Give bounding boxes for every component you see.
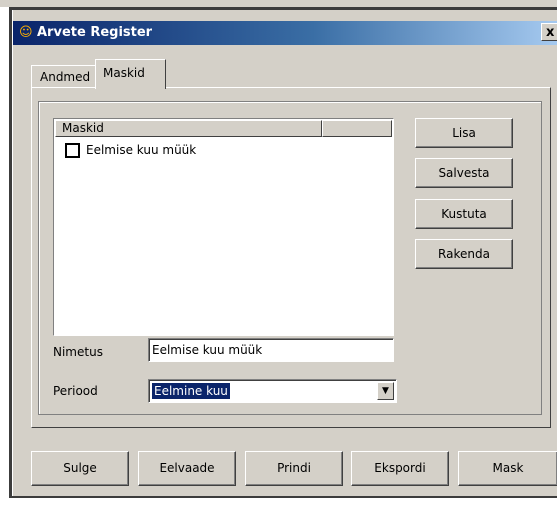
tab-label: Maskid	[103, 66, 145, 80]
tab-label: Andmed	[40, 70, 91, 84]
period-selected-value: Eelmine kuu	[152, 383, 230, 399]
delete-button[interactable]: Kustuta	[415, 199, 513, 229]
close-dialog-button[interactable]: Sulge	[31, 451, 129, 486]
dropdown-arrow-icon[interactable]: ▼	[377, 382, 394, 400]
column-header-label: Maskid	[62, 121, 104, 135]
period-label: Periood	[53, 384, 98, 398]
close-button[interactable]: x	[541, 23, 557, 41]
app-icon: ☺	[19, 25, 33, 40]
column-header-maskid[interactable]: Maskid	[55, 120, 322, 137]
mask-button[interactable]: Mask	[458, 451, 557, 486]
list-header: Maskid	[55, 120, 392, 137]
period-select[interactable]: Eelmine kuu ▼	[148, 379, 397, 403]
window-title: Arvete Register	[37, 25, 153, 40]
dialog-window: ☺ Arvete Register x Andmed Maskid Maskid…	[12, 10, 557, 496]
name-label: Nimetus	[53, 345, 103, 359]
save-button[interactable]: Salvesta	[415, 158, 513, 188]
desktop-top-strip	[0, 0, 557, 7]
print-button[interactable]: Prindi	[245, 451, 343, 486]
name-field[interactable]: Eelmise kuu müük	[148, 338, 394, 362]
tab-andmed[interactable]: Andmed	[31, 65, 96, 87]
tab-maskid[interactable]: Maskid	[95, 59, 166, 89]
column-header-empty[interactable]	[322, 120, 392, 137]
apply-button[interactable]: Rakenda	[415, 239, 513, 269]
mask-list[interactable]: Maskid Eelmise kuu müük	[53, 118, 394, 336]
item-checkbox[interactable]	[65, 143, 80, 158]
export-button[interactable]: Ekspordi	[351, 451, 449, 486]
preview-button[interactable]: Eelvaade	[138, 451, 236, 486]
title-bar[interactable]: ☺ Arvete Register x	[13, 21, 557, 45]
add-button[interactable]: Lisa	[415, 118, 513, 148]
list-item-label: Eelmise kuu müük	[86, 143, 197, 157]
